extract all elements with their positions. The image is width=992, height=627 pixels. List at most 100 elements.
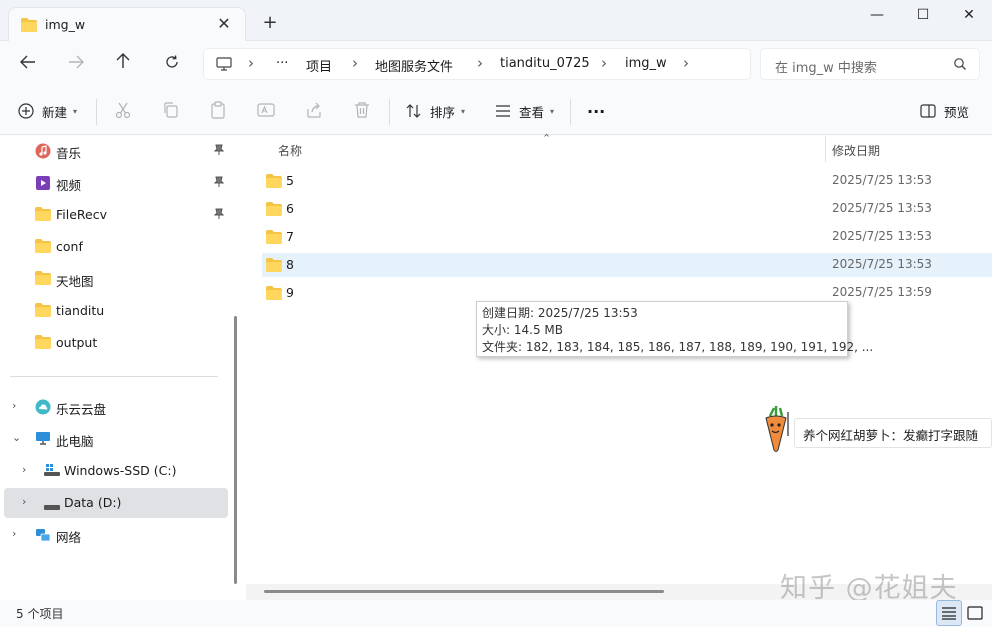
chevron-right-icon[interactable]: › [352, 54, 358, 72]
file-name: 8 [286, 257, 294, 272]
up-button[interactable] [108, 51, 138, 77]
file-list: ⌃ 名称 修改日期 5 2025/7/25 13:53 6 2025/7/25 … [246, 132, 992, 600]
view-label: 查看 [519, 104, 545, 120]
command-bar: 新建 ▾ 排序 ▾ 查看 ▾ ··· 预览 [0, 87, 992, 135]
share-button[interactable] [305, 101, 325, 121]
carrot-mascot-icon [760, 406, 792, 457]
folder-icon [266, 202, 282, 219]
sidebar-item-drive-c[interactable]: › Windows-SSD (C:) [4, 456, 228, 486]
breadcrumb-item[interactable]: tianditu_0725 [500, 56, 590, 71]
chevron-right-icon[interactable]: › [601, 54, 607, 72]
column-divider[interactable] [825, 136, 826, 162]
sidebar-item-output[interactable]: output [4, 328, 228, 358]
rename-button[interactable] [257, 101, 277, 121]
sidebar-divider [10, 376, 218, 377]
item-count: 5 个项目 [16, 607, 64, 621]
notification-bubble[interactable]: 养个网红胡萝卜：发癫打字跟随 [794, 418, 992, 448]
arrow-right-icon [69, 55, 84, 69]
tooltip-size: 大小: 14.5 MB [482, 323, 563, 337]
details-view-button[interactable] [936, 600, 962, 626]
forward-button[interactable] [61, 51, 91, 77]
breadcrumb-item[interactable]: 地图服务文件 [375, 56, 453, 75]
sort-label: 排序 [430, 104, 456, 120]
delete-button[interactable] [353, 101, 373, 121]
sidebar-item-filerecv[interactable]: FileRecv [4, 200, 228, 230]
view-button[interactable]: 查看 ▾ [495, 99, 554, 123]
chevron-right-icon[interactable]: › [248, 54, 254, 72]
chevron-right-icon[interactable]: › [22, 463, 26, 476]
sidebar-item-tianditu-cn[interactable]: 天地图 [4, 264, 228, 294]
table-row[interactable]: 5 2025/7/25 13:53 [262, 169, 992, 193]
breadcrumb-more[interactable]: ··· [276, 56, 288, 71]
column-header-date[interactable]: 修改日期 [832, 142, 880, 159]
title-bar: img_w ✕ + — ☐ ✕ [0, 0, 992, 41]
modified-date: 2025/7/25 13:53 [832, 229, 932, 243]
table-row[interactable]: 7 2025/7/25 13:53 [262, 225, 992, 249]
file-name: 5 [286, 173, 294, 188]
copy-button[interactable] [162, 101, 182, 121]
horizontal-scrollbar-thumb[interactable] [264, 590, 664, 593]
new-button[interactable]: 新建 ▾ [18, 99, 77, 123]
share-icon [307, 102, 321, 118]
toolbar-divider [96, 99, 97, 125]
chevron-right-icon[interactable]: › [12, 527, 16, 540]
column-header-name[interactable]: 名称 [278, 142, 302, 159]
sidebar-item-music[interactable]: 音乐 [4, 136, 228, 166]
folder-icon [35, 207, 51, 224]
sidebar-scrollbar[interactable] [234, 316, 237, 584]
close-window-button[interactable]: ✕ [946, 0, 992, 32]
pin-icon [213, 144, 225, 159]
computer-icon [35, 431, 51, 448]
preview-pane-button[interactable]: 预览 [920, 99, 969, 123]
notification-text: 养个网红胡萝卜：发癫打字跟随 [803, 428, 979, 443]
tiles-view-icon [967, 606, 983, 620]
maximize-button[interactable]: ☐ [900, 0, 946, 32]
modified-date: 2025/7/25 13:59 [832, 285, 932, 299]
breadcrumb-item[interactable]: img_w [625, 56, 667, 71]
sidebar-item-drive-d[interactable]: › Data (D:) [4, 488, 228, 518]
breadcrumb-item[interactable]: 项目 [306, 56, 332, 75]
minimize-button[interactable]: — [854, 0, 900, 32]
search-input[interactable]: 在 img_w 中搜索 [760, 48, 980, 80]
breadcrumb[interactable]: › ··· 项目 › 地图服务文件 › tianditu_0725 › img_… [203, 48, 751, 80]
sidebar-item-this-pc[interactable]: ⌄ 此电脑 [4, 424, 228, 454]
folder-icon [35, 271, 51, 288]
chevron-right-icon[interactable]: › [477, 54, 483, 72]
sidebar-item-label: tianditu [56, 303, 105, 318]
tab-close-button[interactable]: ✕ [213, 13, 235, 35]
floating-notification[interactable]: 养个网红胡萝卜：发癫打字跟随 [760, 404, 992, 454]
folder-icon [266, 286, 282, 303]
folder-icon [266, 174, 282, 191]
new-tab-button[interactable]: + [258, 12, 282, 36]
sidebar-item-cloud[interactable]: › 乐云云盘 [4, 392, 228, 422]
chevron-down-icon[interactable]: ⌄ [12, 431, 21, 444]
sort-button[interactable]: 排序 ▾ [406, 99, 465, 123]
folder-icon [35, 335, 51, 352]
search-icon [953, 57, 967, 74]
refresh-button[interactable] [157, 51, 187, 77]
sidebar-item-videos[interactable]: 视频 [4, 168, 228, 198]
sidebar-item-conf[interactable]: conf [4, 232, 228, 262]
table-row[interactable]: 6 2025/7/25 13:53 [262, 197, 992, 221]
video-icon [35, 175, 51, 194]
file-name: 9 [286, 285, 294, 300]
sidebar-item-tianditu[interactable]: tianditu [4, 296, 228, 326]
sidebar-item-network[interactable]: › 网络 [4, 520, 228, 550]
modified-date: 2025/7/25 13:53 [832, 173, 932, 187]
chevron-right-icon[interactable]: › [22, 495, 26, 508]
preview-pane-icon [920, 104, 936, 118]
cut-button[interactable] [114, 101, 134, 121]
paste-button[interactable] [209, 101, 229, 121]
tiles-view-button[interactable] [962, 600, 988, 626]
computer-icon[interactable] [216, 57, 232, 74]
chevron-right-icon[interactable]: › [683, 54, 689, 72]
file-name: 7 [286, 229, 294, 244]
chevron-right-icon[interactable]: › [12, 399, 16, 412]
tab-img-w[interactable]: img_w ✕ [8, 7, 246, 41]
table-row[interactable]: 8 2025/7/25 13:53 [262, 253, 992, 277]
sidebar-item-label: conf [56, 239, 83, 254]
plus-circle-icon [18, 103, 34, 119]
clipboard-icon [211, 101, 225, 119]
more-options-button[interactable]: ··· [587, 99, 605, 123]
back-button[interactable] [13, 51, 43, 77]
